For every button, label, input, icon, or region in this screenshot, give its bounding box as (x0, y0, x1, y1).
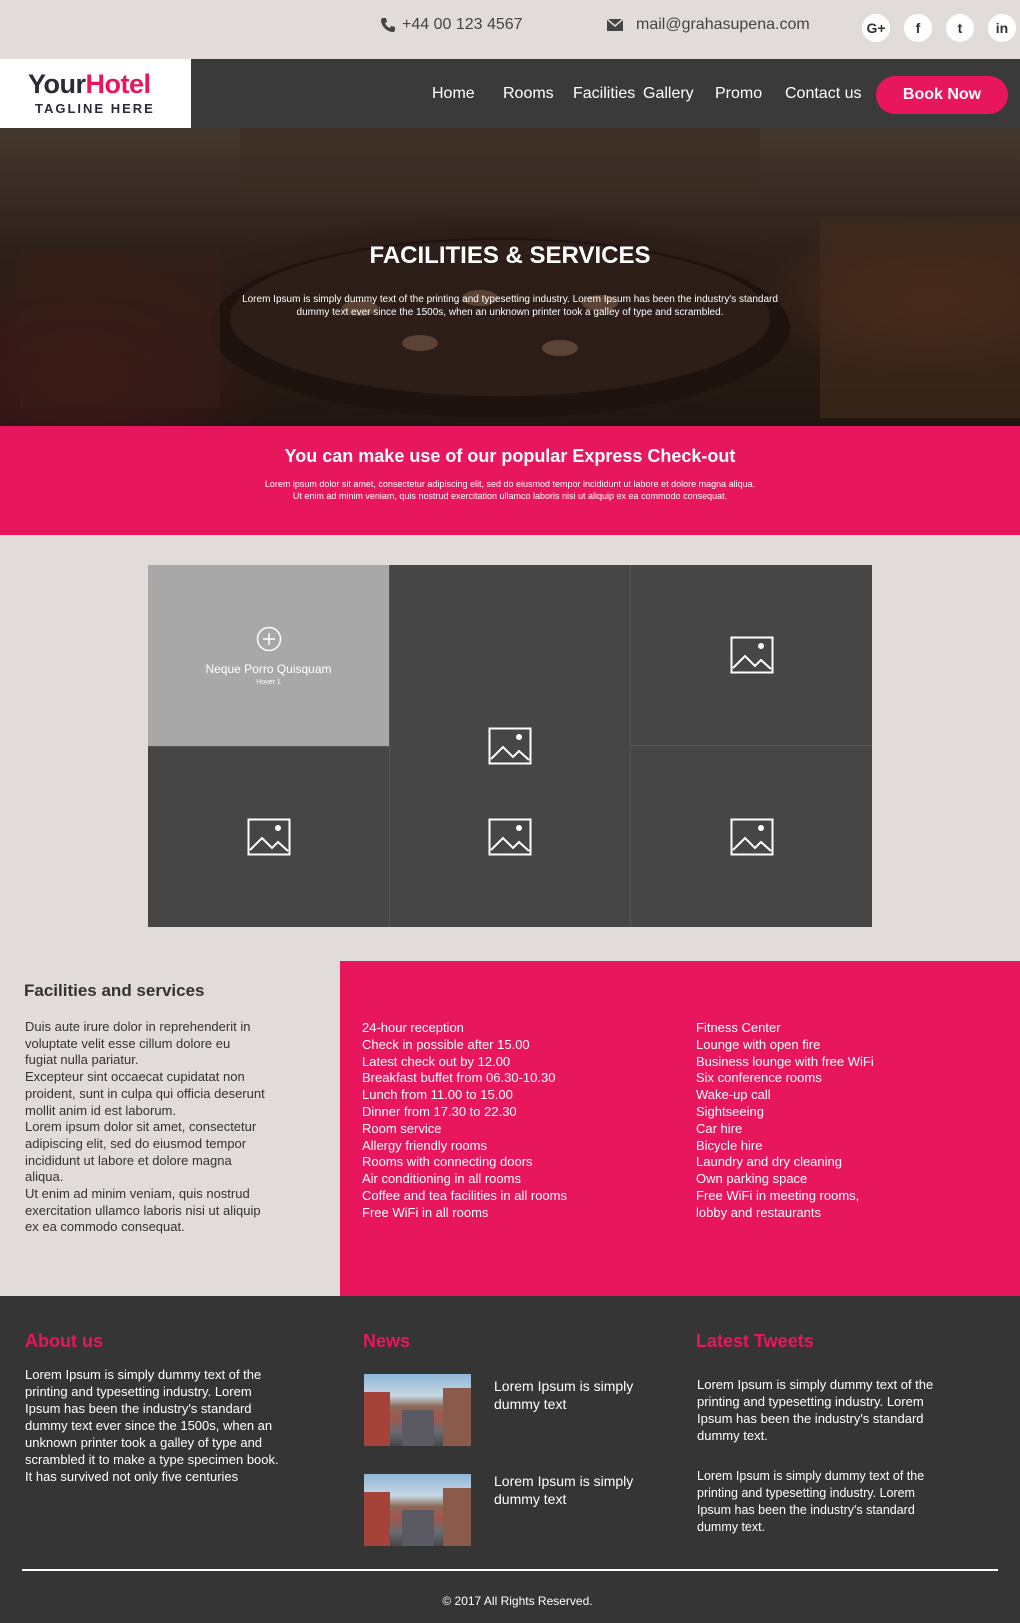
gallery-hover-sub: Hover 1 (256, 678, 281, 686)
list-item: Room service (362, 1120, 442, 1136)
hero-title: FACILITIES & SERVICES (369, 242, 651, 269)
image-placeholder-icon (730, 636, 773, 674)
news-thumbnail[interactable] (364, 1474, 471, 1546)
list-item: Fitness Center (696, 1020, 781, 1035)
news-title[interactable]: Lorem Ipsum is simply dummy text (494, 1377, 654, 1413)
facilities-paragraph: Excepteur sint occaecat cupidatat non pr… (25, 1069, 265, 1118)
news-title[interactable]: Lorem Ipsum is simply dummy text (494, 1472, 654, 1508)
list-item: Car hire (696, 1120, 743, 1136)
google-plus-icon[interactable]: G+ (862, 14, 890, 42)
email-contact[interactable]: mail@grahasupena.com (606, 16, 810, 34)
facilities-paragraph: Lorem ipsum dolor sit amet, consectetur … (25, 1119, 257, 1185)
express-checkout-band: You can make use of our popular Express … (0, 426, 1020, 535)
nav-facilities[interactable]: Facilities (573, 85, 635, 103)
gallery-tile-3[interactable] (630, 565, 872, 746)
list-item: Business lounge with free WiFi (696, 1053, 874, 1069)
facilities-description: Duis aute irure dolor in reprehenderit i… (25, 1019, 265, 1236)
social-links: G+ f t in (862, 14, 1020, 42)
phone-contact[interactable]: +44 00 123 4567 (380, 16, 523, 34)
gallery-tile-5[interactable] (389, 746, 630, 927)
site-footer: About us Lorem Ipsum is simply dummy tex… (0, 1296, 1020, 1623)
image-placeholder-icon (488, 818, 531, 855)
list-item: Check in possible after 15.00 (362, 1036, 530, 1052)
gallery-tile-1[interactable]: Neque Porro Quisquam Hover 1 (148, 565, 389, 746)
image-placeholder-icon (247, 818, 290, 856)
book-now-button[interactable]: Book Now (876, 76, 1008, 114)
list-item: Own parking space (696, 1171, 808, 1187)
facilities-paragraph: Ut enim ad minim veniam, quis nostrud ex… (25, 1186, 261, 1235)
twitter-icon[interactable]: t (946, 14, 974, 42)
list-item: Rooms with connecting doors (362, 1154, 533, 1170)
list-item: Laundry and dry cleaning (696, 1154, 842, 1170)
image-placeholder-icon (730, 818, 773, 855)
about-text: Lorem Ipsum is simply dummy text of the … (25, 1367, 279, 1484)
nav-promo[interactable]: Promo (715, 85, 762, 103)
gallery-grid: Neque Porro Quisquam Hover 1 (148, 565, 872, 927)
main-navbar: YourHotel TAGLINE HERE Home Rooms Facili… (0, 59, 1020, 128)
facilities-heading: Facilities and services (24, 981, 205, 1000)
list-item: Sightseeing (696, 1103, 764, 1119)
footer-divider (22, 1569, 998, 1571)
news-heading: News (363, 1331, 411, 1351)
list-item: Breakfast buffet from 06.30-10.30 (362, 1070, 556, 1086)
facilities-list-1: 24-hour reception Check in possible afte… (362, 1020, 662, 1222)
tweet-text: Lorem Ipsum is simply dummy text of the … (697, 1377, 934, 1443)
facilities-list-2: Fitness Center Lounge with open fire Bus… (696, 1020, 996, 1222)
list-item: Air conditioning in all rooms (362, 1171, 521, 1187)
hotel-logo[interactable]: YourHotel TAGLINE HERE (0, 59, 191, 128)
envelope-icon (606, 18, 624, 31)
list-item: Wake-up call (696, 1087, 771, 1103)
list-item: Bicycle hire (696, 1137, 763, 1153)
list-item: Free WiFi in meeting rooms, lobby and re… (696, 1187, 860, 1220)
nav-rooms[interactable]: Rooms (503, 85, 554, 103)
news-thumbnail[interactable] (364, 1374, 471, 1446)
nav-contact[interactable]: Contact us (785, 85, 861, 103)
list-item: Allergy friendly rooms (362, 1137, 487, 1153)
band-title: You can make use of our popular Express … (284, 446, 736, 466)
hero-text: Lorem Ipsum is simply dummy text of the … (242, 294, 778, 318)
list-item: Coffee and tea facilities in all rooms (362, 1187, 567, 1203)
gallery-hover-title: Neque Porro Quisquam (205, 661, 332, 676)
list-item: Latest check out by 12.00 (362, 1053, 511, 1069)
tweet-text: Lorem Ipsum is simply dummy text of the … (697, 1469, 925, 1534)
copyright: © 2017 All Rights Reserved. (442, 1594, 593, 1608)
list-item: Lounge with open fire (696, 1036, 821, 1052)
facilities-paragraph: Duis aute irure dolor in reprehenderit i… (25, 1019, 251, 1068)
gallery-tile-4[interactable] (148, 746, 389, 927)
logo-name: YourHotel (28, 69, 151, 100)
top-bar: +44 00 123 4567 mail@grahasupena.com G+ … (0, 0, 1020, 59)
hero-overlay (0, 128, 1020, 426)
email-address: mail@grahasupena.com (636, 16, 810, 33)
gallery-tile-6[interactable] (630, 746, 872, 927)
logo-tagline: TAGLINE HERE (35, 101, 155, 116)
phone-icon (381, 18, 395, 32)
list-item: Six conference rooms (696, 1070, 822, 1086)
list-item: Lunch from 11.00 to 15.00 (362, 1087, 513, 1103)
logo-name-part1: Your (28, 69, 86, 99)
facilities-intro: Facilities and services Duis aute irure … (0, 961, 340, 1296)
linkedin-icon[interactable]: in (988, 14, 1016, 42)
list-item: Free WiFi in all rooms (362, 1204, 489, 1220)
nav-home[interactable]: Home (432, 85, 475, 103)
facilities-list-panel: 24-hour reception Check in possible afte… (340, 961, 1020, 1296)
facebook-icon[interactable]: f (904, 14, 932, 42)
tweets-heading: Latest Tweets (696, 1331, 814, 1351)
list-item: 24-hour reception (362, 1020, 464, 1035)
phone-number: +44 00 123 4567 (402, 16, 523, 33)
hero-banner: FACILITIES & SERVICES Lorem Ipsum is sim… (0, 128, 1020, 426)
nav-gallery[interactable]: Gallery (643, 85, 694, 103)
logo-name-part2: Hotel (85, 69, 152, 99)
about-heading: About us (25, 1331, 103, 1351)
list-item: Dinner from 17.30 to 22.30 (362, 1103, 517, 1119)
plus-circle-icon (256, 626, 281, 651)
band-text: Lorem ipsum dolor sit amet, consectetur … (264, 479, 756, 501)
